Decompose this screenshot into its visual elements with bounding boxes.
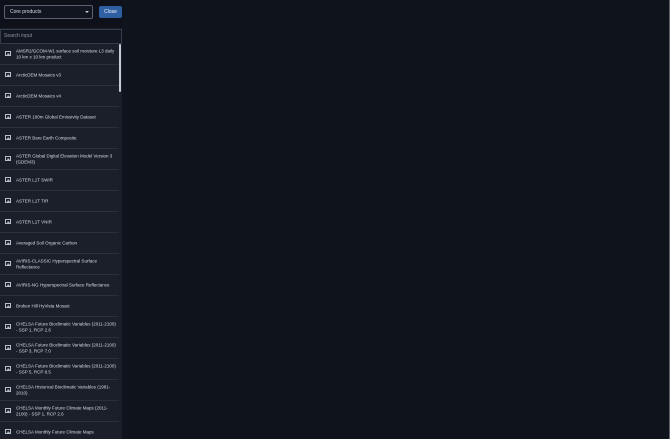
list-item-label: CHELSA Monthly Future Climate Maps: [16, 429, 94, 435]
list-item[interactable]: CHELSA Monthly Future Climate Maps: [0, 422, 122, 439]
list-item-label: Averaged Soil Organic Carbon: [16, 240, 77, 246]
list-item-label: ASTER Global Digital Elevation Model Ver…: [16, 153, 113, 165]
list-item[interactable]: ASTER L1T VNIR: [0, 212, 122, 233]
list-item-label: CHELSA Future Bioclimatic Variables (201…: [16, 342, 116, 354]
list-item-label: AVIRIS-NG Hyperspectral Surface Reflecta…: [16, 282, 110, 288]
list-item-label: ASTER L1T TIR: [16, 198, 49, 204]
list-item-label: CHELSA Monthly Future Climate Maps (2011…: [16, 405, 108, 417]
image-icon: [5, 282, 11, 287]
scrollbar-thumb[interactable]: [119, 44, 121, 92]
list-item[interactable]: ArcticDEM Mosaics v3: [0, 65, 122, 86]
panel-header: Core products Close: [0, 0, 122, 28]
image-icon: [5, 219, 11, 224]
image-icon: [5, 429, 11, 434]
list-item[interactable]: ASTER Bare Earth Composite: [0, 128, 122, 149]
image-icon: [5, 51, 11, 56]
dropdown-selected-value: Core products: [10, 9, 42, 15]
list-item[interactable]: ASTER 100m Global Emissivity Dataset: [0, 107, 122, 128]
list-item[interactable]: CHELSA Future Bioclimatic Variables (201…: [0, 317, 122, 338]
close-button[interactable]: Close: [99, 6, 122, 18]
app-window: Core products Close AMSR2/GCOM-W1 surfac…: [0, 0, 670, 439]
image-icon: [5, 177, 11, 182]
list-item[interactable]: CHELSA Historical Bioclimatic Variables …: [0, 380, 122, 401]
list-item-label: CHELSA Future Bioclimatic Variables (201…: [16, 363, 116, 375]
list-item-label: ASTER Bare Earth Composite: [16, 135, 77, 141]
list-item-label: AVIRIS-CLASSIC Hyperspectral Surface Ref…: [16, 258, 97, 270]
image-icon: [5, 303, 11, 308]
list-item[interactable]: ASTER L1T SWIR: [0, 170, 122, 191]
image-icon: [5, 156, 11, 161]
search-input[interactable]: [0, 29, 122, 44]
image-icon: [5, 72, 11, 77]
list-item-label: Broken Hill HyVista Mosaic: [16, 303, 70, 309]
list-item[interactable]: AVIRIS-CLASSIC Hyperspectral Surface Ref…: [0, 254, 122, 275]
list-item[interactable]: Broken Hill HyVista Mosaic: [0, 296, 122, 317]
list-item[interactable]: Averaged Soil Organic Carbon: [0, 233, 122, 254]
list-item[interactable]: ASTER L1T TIR: [0, 191, 122, 212]
image-icon: [5, 345, 11, 350]
list-item-label: ASTER L1T SWIR: [16, 177, 53, 183]
list-item[interactable]: ArcticDEM Mosaics v4: [0, 86, 122, 107]
list-item-label: ArcticDEM Mosaics v3: [16, 72, 62, 78]
list-item-label: ASTER 100m Global Emissivity Dataset: [16, 114, 96, 120]
dataset-list: AMSR2/GCOM-W1 surface soil moisture L3 d…: [0, 44, 122, 439]
image-icon: [5, 135, 11, 140]
image-icon: [5, 387, 11, 392]
list-item[interactable]: AMSR2/GCOM-W1 surface soil moisture L3 d…: [0, 44, 122, 65]
list-item[interactable]: CHELSA Future Bioclimatic Variables (201…: [0, 338, 122, 359]
list-item-label: CHELSA Historical Bioclimatic Variables …: [16, 384, 111, 396]
image-icon: [5, 408, 11, 413]
image-icon: [5, 324, 11, 329]
image-icon: [5, 261, 11, 266]
list-item-label: CHELSA Future Bioclimatic Variables (201…: [16, 321, 116, 333]
image-icon: [5, 198, 11, 203]
image-icon: [5, 240, 11, 245]
image-icon: [5, 114, 11, 119]
list-item[interactable]: ASTER Global Digital Elevation Model Ver…: [0, 149, 122, 170]
list-item-label: ASTER L1T VNIR: [16, 219, 52, 225]
list-item-label: ArcticDEM Mosaics v4: [16, 93, 62, 99]
dataset-panel: Core products Close AMSR2/GCOM-W1 surfac…: [0, 0, 122, 439]
main-canvas: [122, 0, 670, 439]
image-icon: [5, 366, 11, 371]
product-category-dropdown[interactable]: Core products: [4, 5, 93, 19]
chevron-down-icon: [85, 11, 89, 13]
list-item[interactable]: CHELSA Future Bioclimatic Variables (201…: [0, 359, 122, 380]
image-icon: [5, 93, 11, 98]
list-item[interactable]: AVIRIS-NG Hyperspectral Surface Reflecta…: [0, 275, 122, 296]
list-item[interactable]: CHELSA Monthly Future Climate Maps (2011…: [0, 401, 122, 422]
list-item-label: AMSR2/GCOM-W1 surface soil moisture L3 d…: [16, 48, 115, 60]
